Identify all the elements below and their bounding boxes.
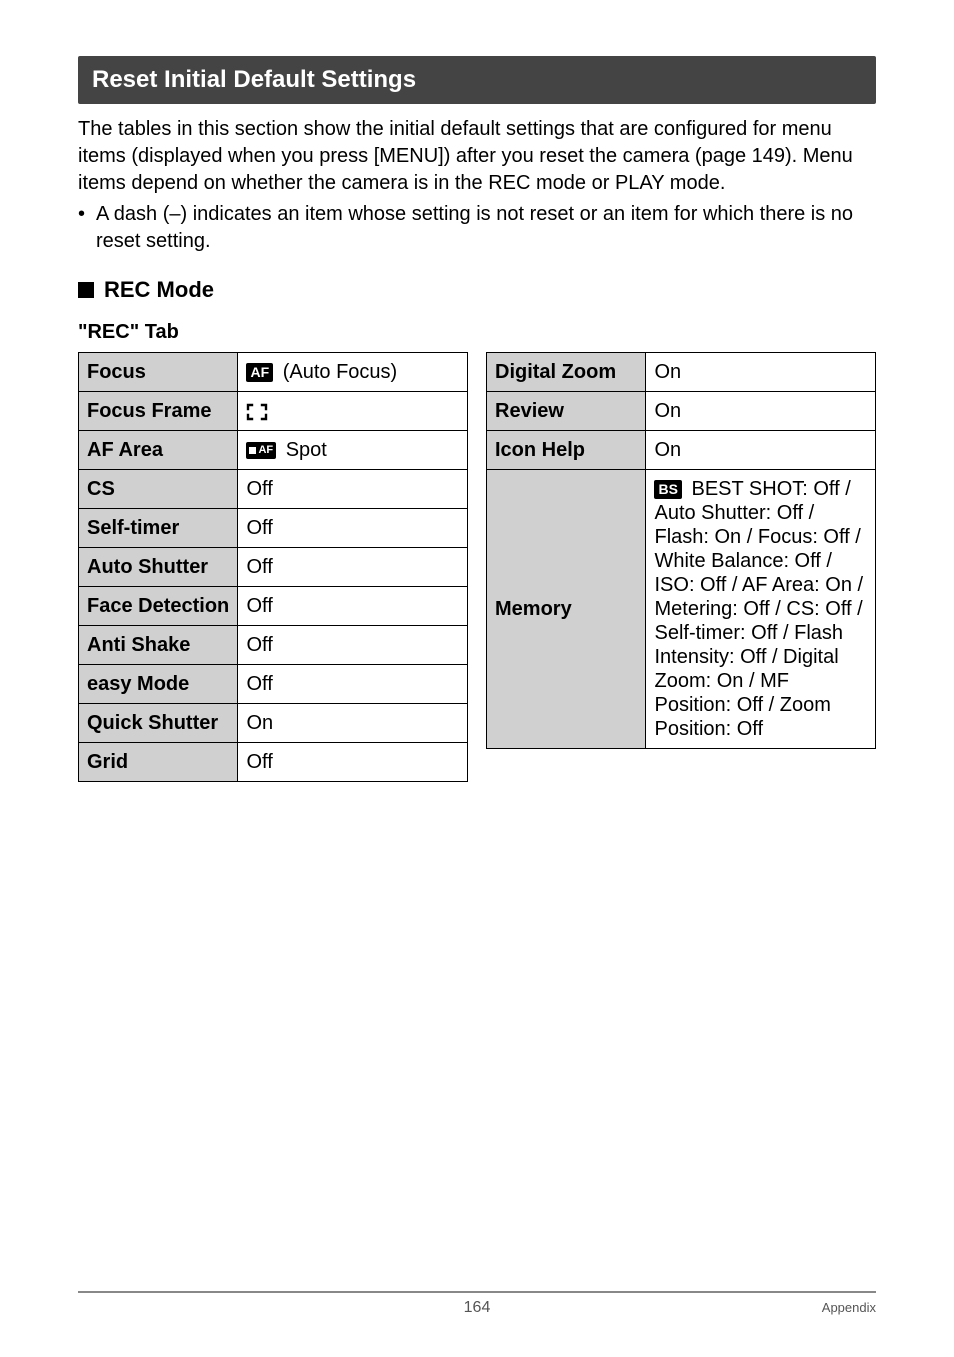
- page-footer: 164 Appendix: [78, 1291, 876, 1317]
- table-row: Quick Shutter On: [79, 704, 468, 743]
- rec-mode-heading: REC Mode: [78, 277, 876, 303]
- table-row: Self-timer Off: [79, 509, 468, 548]
- setting-label: Digital Zoom: [487, 353, 646, 392]
- setting-label: Face Detection: [79, 587, 238, 626]
- table-row: Anti Shake Off: [79, 626, 468, 665]
- setting-label: Focus: [79, 353, 238, 392]
- focus-frame-icon: [246, 403, 268, 421]
- bs-icon: BS: [654, 480, 681, 499]
- rec-tab-left-table: Focus AF (Auto Focus) Focus Frame: [78, 352, 468, 782]
- setting-label: easy Mode: [79, 665, 238, 704]
- setting-label: Self-timer: [79, 509, 238, 548]
- setting-value: On: [646, 353, 876, 392]
- focus-value-text: (Auto Focus): [277, 361, 397, 383]
- setting-label: Review: [487, 392, 646, 431]
- setting-label: Auto Shutter: [79, 548, 238, 587]
- footer-divider: [78, 1291, 876, 1293]
- setting-value: On: [238, 704, 468, 743]
- square-bullet-icon: [78, 282, 94, 298]
- setting-label: Quick Shutter: [79, 704, 238, 743]
- setting-label: CS: [79, 470, 238, 509]
- setting-value: Off: [238, 470, 468, 509]
- setting-value: BS BEST SHOT: Off / Auto Shutter: Off / …: [646, 470, 876, 749]
- setting-value: AF Spot: [238, 431, 468, 470]
- section-title: Reset Initial Default Settings: [92, 66, 416, 94]
- setting-value: [238, 392, 468, 431]
- setting-value: On: [646, 392, 876, 431]
- rec-tab-label: "REC" Tab: [78, 321, 876, 344]
- bullet-text: A dash (–) indicates an item whose setti…: [96, 201, 876, 255]
- table-row: Focus Frame: [79, 392, 468, 431]
- table-row: Auto Shutter Off: [79, 548, 468, 587]
- table-row: Review On: [487, 392, 876, 431]
- section-title-bar: Reset Initial Default Settings: [78, 56, 876, 104]
- setting-value: Off: [238, 665, 468, 704]
- af-area-value-text: Spot: [280, 439, 327, 461]
- setting-label: Anti Shake: [79, 626, 238, 665]
- setting-value: Off: [238, 743, 468, 782]
- setting-value: Off: [238, 626, 468, 665]
- footer-section-label: Appendix: [822, 1300, 876, 1315]
- rec-tab-tables: Focus AF (Auto Focus) Focus Frame: [78, 352, 876, 782]
- af-icon: AF: [246, 363, 273, 382]
- setting-label: Grid: [79, 743, 238, 782]
- setting-label: Memory: [487, 470, 646, 749]
- setting-value: AF (Auto Focus): [238, 353, 468, 392]
- setting-value: Off: [238, 587, 468, 626]
- setting-label: Focus Frame: [79, 392, 238, 431]
- setting-value: Off: [238, 509, 468, 548]
- table-row: Icon Help On: [487, 431, 876, 470]
- rec-tab-right-table: Digital Zoom On Review On Icon Help On M…: [486, 352, 876, 749]
- intro-paragraph: The tables in this section show the init…: [78, 116, 876, 197]
- page-number: 164: [344, 1299, 610, 1317]
- memory-value-text: BEST SHOT: Off / Auto Shutter: Off / Fla…: [654, 478, 863, 740]
- rec-mode-heading-text: REC Mode: [104, 277, 214, 303]
- bullet-item: • A dash (–) indicates an item whose set…: [78, 201, 876, 255]
- setting-label: AF Area: [79, 431, 238, 470]
- table-row: AF Area AF Spot: [79, 431, 468, 470]
- spot-af-icon: AF: [246, 442, 276, 459]
- setting-label: Icon Help: [487, 431, 646, 470]
- table-row: Digital Zoom On: [487, 353, 876, 392]
- table-row: CS Off: [79, 470, 468, 509]
- setting-value: Off: [238, 548, 468, 587]
- table-row: Face Detection Off: [79, 587, 468, 626]
- table-row: Focus AF (Auto Focus): [79, 353, 468, 392]
- table-row: easy Mode Off: [79, 665, 468, 704]
- bullet-marker: •: [78, 201, 96, 255]
- table-row: Grid Off: [79, 743, 468, 782]
- setting-value: On: [646, 431, 876, 470]
- table-row: Memory BS BEST SHOT: Off / Auto Shutter:…: [487, 470, 876, 749]
